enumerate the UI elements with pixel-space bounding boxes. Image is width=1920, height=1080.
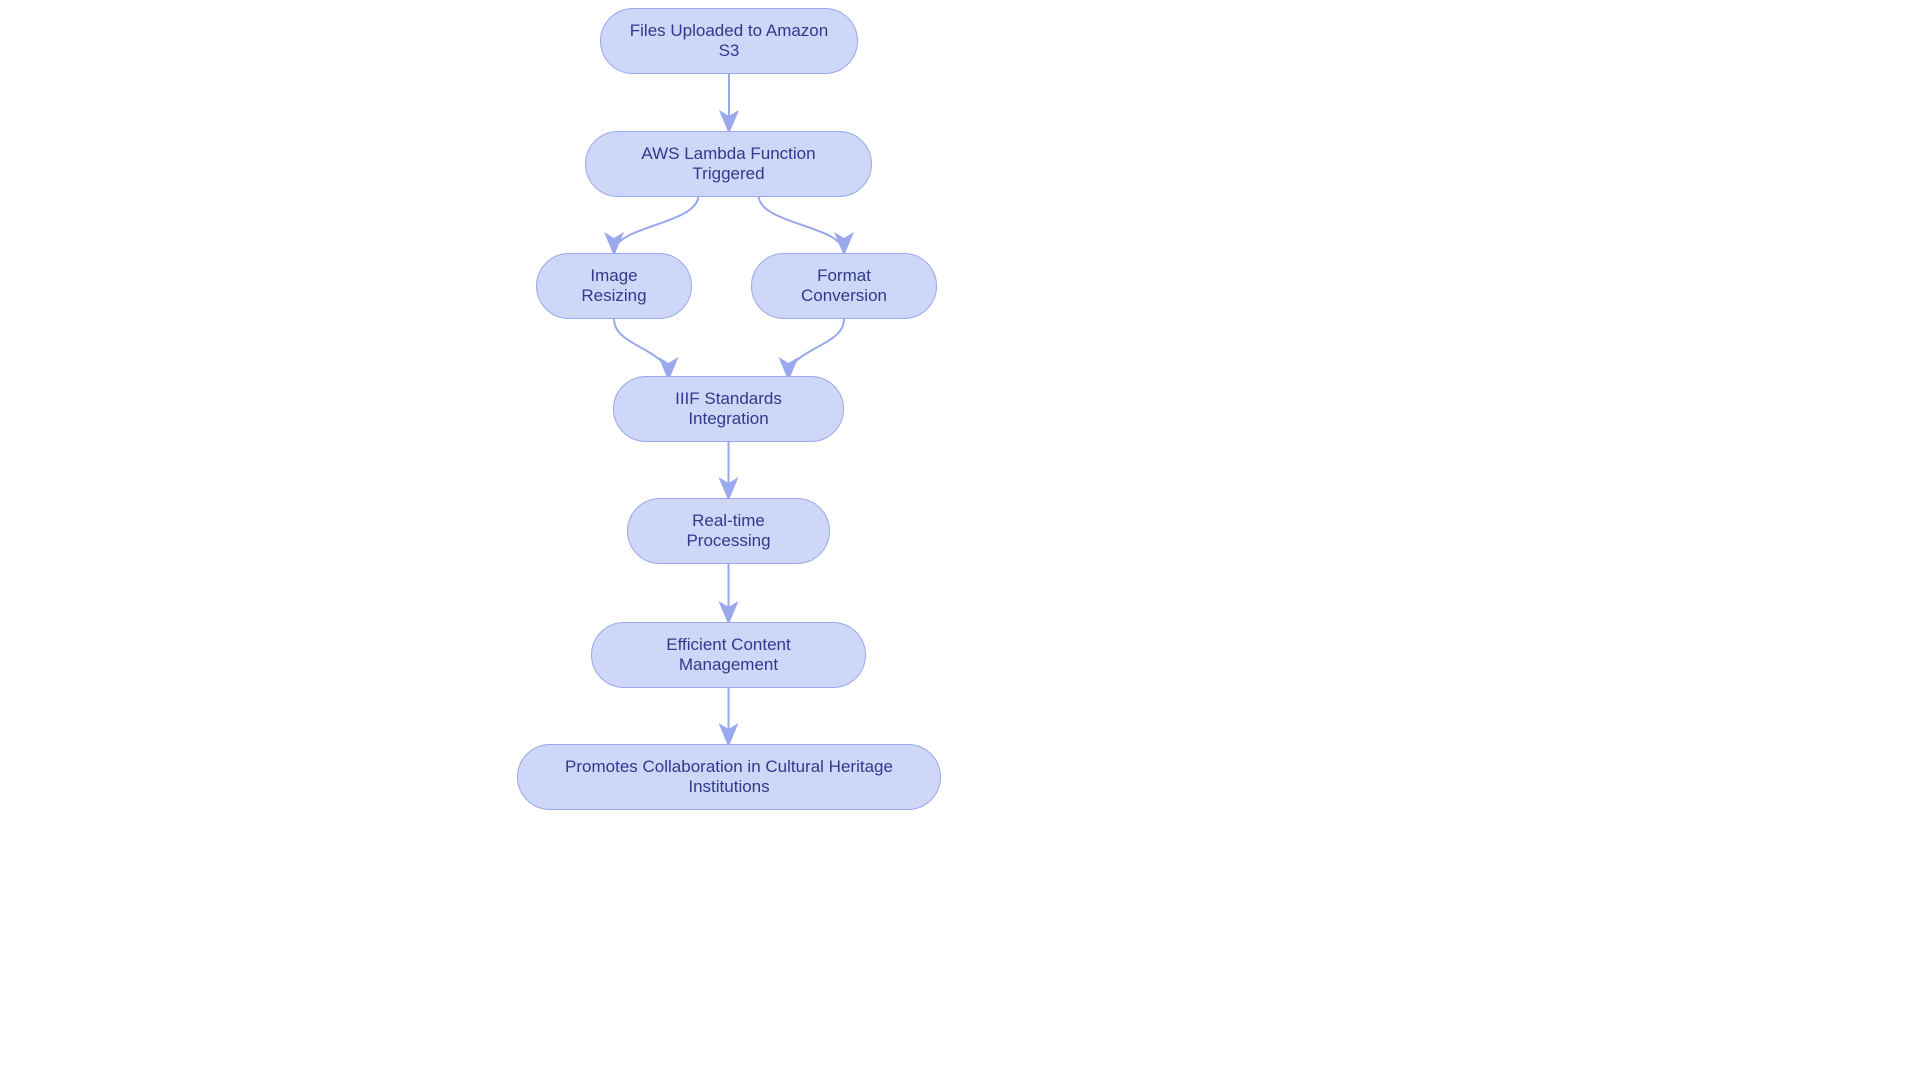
flow-edge: [614, 319, 669, 378]
flow-arrows: [0, 0, 1920, 1080]
flow-node-n5: IIIF Standards Integration: [613, 376, 844, 442]
flow-edge: [614, 195, 699, 253]
flow-node-n8: Promotes Collaboration in Cultural Herit…: [517, 744, 941, 810]
flow-edge: [789, 319, 845, 378]
flow-node-n2: AWS Lambda Function Triggered: [585, 131, 872, 197]
flow-node-n6: Real-time Processing: [627, 498, 830, 564]
flow-edge: [759, 195, 845, 253]
flow-node-n7: Efficient Content Management: [591, 622, 866, 688]
flow-node-n3: Image Resizing: [536, 253, 692, 319]
flow-node-n1: Files Uploaded to Amazon S3: [600, 8, 858, 74]
flow-node-n4: Format Conversion: [751, 253, 937, 319]
